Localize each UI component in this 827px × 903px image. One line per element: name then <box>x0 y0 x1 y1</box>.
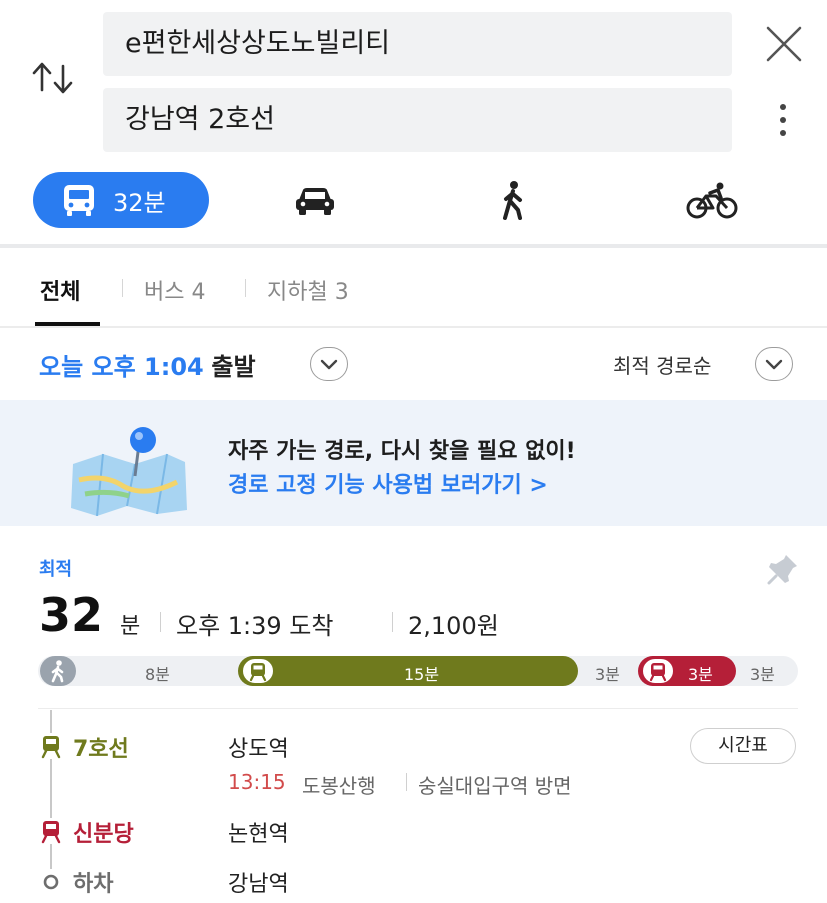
map-pin-illustration <box>71 427 187 516</box>
route-duration-unit: 분 <box>120 614 141 639</box>
bus-icon <box>64 185 94 216</box>
train-direction: 도봉산행 <box>302 774 376 798</box>
segment-walk-1: 8분 <box>145 665 170 684</box>
sinbundang-segment-icon <box>640 656 676 686</box>
walk-segment-icon <box>40 656 76 686</box>
mode-bike-tab[interactable] <box>682 176 742 224</box>
route-badge: 최적 <box>39 559 73 580</box>
walk-icon <box>51 660 64 683</box>
leg-line-name: 신분당 <box>73 822 134 847</box>
banner-link[interactable]: 경로 고정 기능 사용법 보러가기 > <box>228 467 548 499</box>
train-toward: 숭실대입구역 방면 <box>418 774 572 798</box>
segment-walk-3: 3분 <box>750 665 775 684</box>
leg-station: 논현역 <box>228 822 289 847</box>
tab-subway[interactable]: 지하철 3 <box>267 274 349 306</box>
subway-icon <box>38 818 64 844</box>
leg-station: 강남역 <box>228 872 289 897</box>
timetable-button[interactable]: 시간표 <box>690 728 796 764</box>
pin-icon[interactable] <box>766 552 800 586</box>
origin-input[interactable]: e편한세상상도노빌리티 <box>103 12 732 76</box>
fare: 2,100원 <box>408 612 499 640</box>
transit-duration-label: 32분 <box>113 188 166 217</box>
sort-dropdown-button[interactable] <box>755 347 793 381</box>
bicycle-icon <box>686 182 738 219</box>
departure-time-selector[interactable]: 오늘 오후 1:04 출발 <box>39 347 256 382</box>
tab-bus[interactable]: 버스 4 <box>144 274 205 306</box>
route-filter-tabs <box>0 248 827 326</box>
tab-separator <box>245 279 246 297</box>
subway-segment-icon <box>240 656 276 686</box>
meta-separator <box>160 612 161 632</box>
chevron-down-icon <box>765 359 783 370</box>
walk-icon <box>503 181 522 220</box>
leg-station: 상도역 <box>228 737 289 762</box>
banner-title: 자주 가는 경로, 다시 찾을 필요 없이! <box>228 439 576 464</box>
legs-divider <box>38 708 798 709</box>
next-departure-time: 13:15 <box>228 770 286 794</box>
leg-line-name: 하차 <box>73 872 114 897</box>
departure-suffix: 출발 <box>211 353 256 381</box>
detail-separator <box>406 773 407 791</box>
route-duration-number: 32 <box>39 588 104 642</box>
segment-walk-2: 3분 <box>595 665 620 684</box>
subway-icon <box>649 663 667 682</box>
car-icon <box>296 188 334 215</box>
sort-order-label[interactable]: 최적 경로순 <box>613 350 711 379</box>
more-options-icon[interactable] <box>770 100 796 140</box>
exit-dot-icon <box>38 869 64 895</box>
tab-all[interactable]: 전체 <box>40 274 80 306</box>
leg-line-name: 7호선 <box>73 737 129 762</box>
chevron-down-icon <box>320 359 338 370</box>
subway-icon <box>38 733 64 759</box>
arrival-time: 오후 1:39 도착 <box>176 612 334 640</box>
departure-dropdown-button[interactable] <box>310 347 348 381</box>
departure-time: 오늘 오후 1:04 <box>39 353 204 381</box>
segment-subway: 15분 <box>404 665 440 684</box>
subway-icon <box>249 663 267 682</box>
segment-bus: 3분 <box>688 665 713 684</box>
tab-separator <box>122 279 123 297</box>
mode-transit-tab[interactable]: 32분 <box>33 172 209 228</box>
swap-icon[interactable] <box>30 58 76 98</box>
mode-walk-tab[interactable] <box>490 176 536 224</box>
mode-car-tab[interactable] <box>285 176 345 224</box>
meta-separator <box>392 612 393 632</box>
close-icon[interactable] <box>762 25 806 63</box>
tabs-divider <box>0 326 827 328</box>
destination-input[interactable]: 강남역 2호선 <box>103 88 732 152</box>
